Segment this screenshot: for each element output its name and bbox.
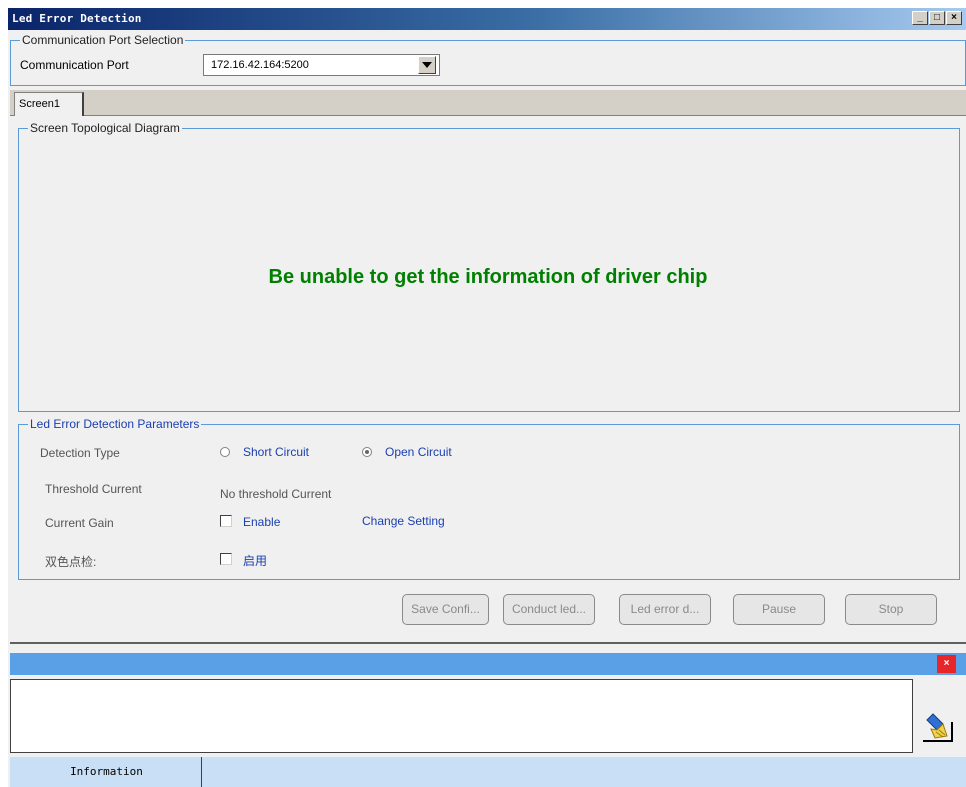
port-label: Communication Port: [20, 58, 129, 72]
save-config-button[interactable]: Save Confi...: [402, 594, 489, 625]
info-panel-header: [10, 653, 966, 675]
tab-information[interactable]: Information: [12, 757, 202, 787]
conduct-led-button[interactable]: Conduct led...: [503, 594, 595, 625]
pause-button[interactable]: Pause: [733, 594, 825, 625]
current-gain-checkbox[interactable]: [220, 515, 232, 527]
led-error-button[interactable]: Led error d...: [619, 594, 711, 625]
short-circuit-label[interactable]: Short Circuit: [243, 445, 309, 459]
current-gain-label: Current Gain: [45, 516, 114, 530]
port-select-value: 172.16.42.164:5200: [211, 59, 309, 71]
maximize-button[interactable]: □: [929, 11, 945, 25]
topology-legend: Screen Topological Diagram: [28, 121, 182, 135]
info-log-area[interactable]: [10, 679, 913, 753]
open-circuit-label[interactable]: Open Circuit: [385, 445, 452, 459]
threshold-current-value: No threshold Current: [220, 487, 332, 501]
dual-color-checkbox[interactable]: [220, 553, 232, 565]
short-circuit-radio[interactable]: [220, 447, 230, 457]
minimize-button[interactable]: _: [912, 11, 928, 25]
parameters-group: [18, 424, 960, 580]
current-gain-enable-label[interactable]: Enable: [243, 515, 280, 529]
dual-color-enable-label[interactable]: 启用: [243, 552, 267, 569]
window-title: Led Error Detection: [12, 12, 142, 25]
dropdown-arrow-icon[interactable]: [418, 56, 436, 74]
open-circuit-radio[interactable]: [362, 447, 372, 457]
threshold-current-label: Threshold Current: [45, 482, 142, 496]
title-bar[interactable]: [8, 8, 966, 30]
tab-strip: [10, 90, 966, 116]
dual-color-label: 双色点检:: [45, 555, 97, 569]
change-setting-link[interactable]: Change Setting: [362, 514, 445, 528]
parameters-legend: Led Error Detection Parameters: [28, 417, 202, 431]
close-button[interactable]: ×: [946, 11, 962, 25]
info-close-button[interactable]: ×: [937, 655, 956, 673]
tab-screen1[interactable]: Screen1: [14, 92, 84, 117]
driver-chip-message: Be unable to get the information of driv…: [268, 266, 708, 288]
detection-type-label: Detection Type: [40, 446, 120, 460]
stop-button[interactable]: Stop: [845, 594, 937, 625]
port-selection-legend: Communication Port Selection: [20, 33, 186, 47]
clear-log-icon[interactable]: [921, 710, 955, 747]
